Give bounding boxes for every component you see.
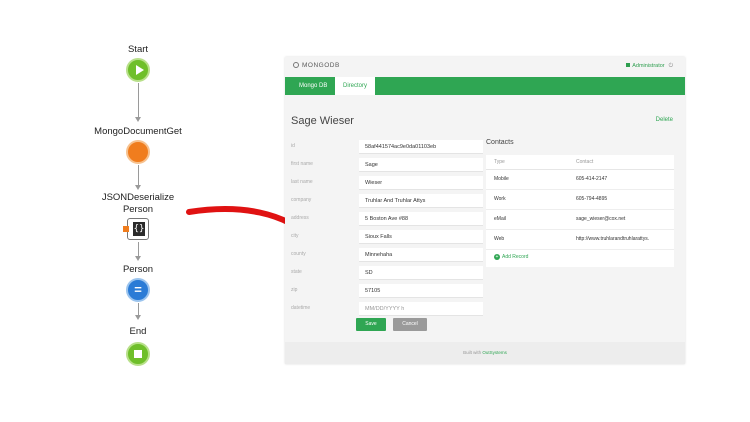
user-menu[interactable]: Administrator ⏻ <box>626 63 673 70</box>
contacts-header: Type Contact <box>486 155 674 170</box>
contact-value: 605-794-4895 <box>576 196 608 202</box>
field-label: city <box>291 233 299 239</box>
column-header-type: Type <box>494 159 505 165</box>
id-input[interactable]: 58af441574ac9e0da01103eb <box>359 140 483 154</box>
save-button[interactable]: Save <box>356 318 386 331</box>
app-topbar: MONGODB Administrator ⏻ <box>285 57 685 75</box>
table-row[interactable]: Work 605-794-4895 <box>486 190 674 210</box>
datetime-input[interactable]: MM/DD/YYYY h <box>359 302 483 316</box>
app-logo[interactable]: MONGODB <box>293 62 340 69</box>
company-input[interactable]: Truhlar And Truhlar Attys <box>359 194 483 208</box>
first-name-input[interactable]: Sage <box>359 158 483 172</box>
field-label: state <box>291 269 302 275</box>
state-input[interactable]: SD <box>359 266 483 280</box>
city-input[interactable]: Sioux Falls <box>359 230 483 244</box>
cancel-button[interactable]: Cancel <box>393 318 427 331</box>
plus-icon: + <box>494 254 500 260</box>
field-label: datetime <box>291 305 311 311</box>
column-header-contact: Contact <box>576 159 594 165</box>
tab-directory[interactable]: Directory <box>335 77 376 95</box>
table-row[interactable]: Mobile 605-414-2147 <box>486 170 674 190</box>
start-label: Start <box>127 44 149 55</box>
contacts-title: Contacts <box>486 139 514 146</box>
delete-link[interactable]: Delete <box>656 117 673 123</box>
field-datetime: datetime MM/DD/YYYY h <box>291 302 483 316</box>
field-address: address 5 Boston Ave #88 <box>291 212 483 226</box>
tab-mongo-db[interactable]: Mongo DB <box>291 77 335 95</box>
connector <box>137 165 139 187</box>
end-icon[interactable] <box>126 342 150 366</box>
page-title: Sage Wieser <box>291 115 354 127</box>
mongo-document-get-icon[interactable] <box>126 140 150 164</box>
field-label: zip <box>291 287 298 293</box>
contact-value: 605-414-2147 <box>576 176 608 182</box>
table-row[interactable]: Web http://www.truhlarandtruhlarattys. <box>486 230 674 250</box>
field-label: county <box>291 251 306 257</box>
field-county: county Minnehaha <box>291 248 483 262</box>
app-footer: Built with OutSystems <box>285 342 685 364</box>
connector-arrowhead <box>135 256 141 261</box>
contacts-table: Type Contact Mobile 605-414-2147 Work 60… <box>486 155 674 267</box>
last-name-input[interactable]: Wieser <box>359 176 483 190</box>
start-icon[interactable] <box>126 58 150 82</box>
mongo-document-get-label: MongoDocumentGet <box>94 126 182 137</box>
contact-value: http://www.truhlarandtruhlarattys. <box>576 236 650 242</box>
county-input[interactable]: Minnehaha <box>359 248 483 262</box>
field-label: first name <box>291 161 313 167</box>
user-name: Administrator <box>632 63 665 69</box>
contact-type: eMail <box>494 216 506 222</box>
assign-icon[interactable]: = <box>126 278 150 302</box>
add-record-button[interactable]: + Add Record <box>494 254 528 260</box>
nav-bar: Mongo DB Directory <box>285 77 685 95</box>
add-record-label: Add Record <box>502 254 529 260</box>
field-state: state SD <box>291 266 483 280</box>
contact-type: Work <box>494 196 506 202</box>
field-last-name: last name Wieser <box>291 176 483 190</box>
connector <box>137 83 139 119</box>
json-braces-glyph: {} <box>133 222 145 236</box>
field-id: id 58af441574ac9e0da01103eb <box>291 140 483 154</box>
connector-arrowhead <box>135 315 141 320</box>
connector-arrowhead <box>135 185 141 190</box>
zip-input[interactable]: 57105 <box>359 284 483 298</box>
field-zip: zip 57105 <box>291 284 483 298</box>
contact-type: Web <box>494 236 505 242</box>
table-row[interactable]: eMail sage_wieser@cox.net <box>486 210 674 230</box>
footer-brand[interactable]: OutSystems <box>482 350 507 355</box>
mongodb-leaf-icon <box>293 62 299 68</box>
field-label: address <box>291 215 309 221</box>
contact-type: Mobile <box>494 176 509 182</box>
contact-value: sage_wieser@cox.net <box>576 216 626 222</box>
end-label: End <box>129 326 147 337</box>
power-icon[interactable]: ⏻ <box>669 63 673 69</box>
field-label: id <box>291 143 295 149</box>
connector-arrowhead <box>135 117 141 122</box>
field-company: company Truhlar And Truhlar Attys <box>291 194 483 208</box>
footer-prefix: Built with <box>463 350 482 355</box>
field-city: city Sioux Falls <box>291 230 483 244</box>
json-input-marker <box>123 226 129 232</box>
lock-icon <box>626 63 631 67</box>
json-deserialize-icon[interactable]: {} <box>123 218 149 240</box>
address-input[interactable]: 5 Boston Ave #88 <box>359 212 483 226</box>
field-first-name: first name Sage <box>291 158 483 172</box>
app-logo-text: MONGODB <box>302 62 340 69</box>
field-label: last name <box>291 179 313 185</box>
field-label: company <box>291 197 312 203</box>
app-screenshot: MONGODB Administrator ⏻ Mongo DB Director… <box>285 57 685 364</box>
